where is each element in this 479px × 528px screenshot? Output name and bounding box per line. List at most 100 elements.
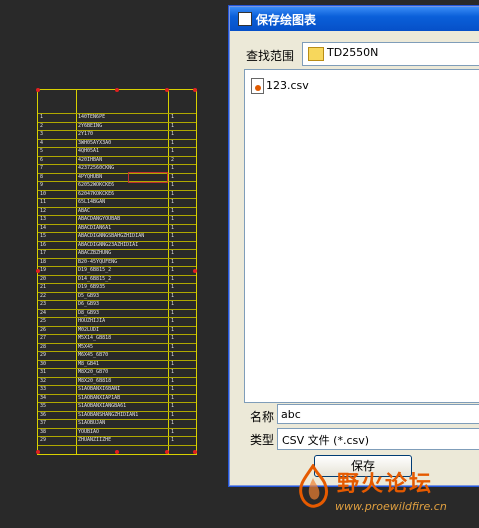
row-number: 33	[40, 386, 47, 392]
table-row[interactable]: 30 M8_GB41 1	[38, 360, 196, 369]
folder-icon	[308, 47, 324, 61]
part-name: M8X20_6B818	[78, 377, 112, 384]
table-row[interactable]: 5 4QH05A1 1	[38, 147, 196, 156]
table-row[interactable]: 1 140TEN6PE 1	[38, 113, 196, 122]
row-number: 15	[40, 233, 47, 239]
part-name: 140TEN6PE	[78, 114, 106, 120]
selection-grip-handle[interactable]	[36, 269, 40, 273]
table-row[interactable]: 29 ZHUANZIIZHE 1	[38, 436, 196, 445]
table-row[interactable]: 38 YOUBIAO 1	[38, 428, 196, 437]
table-row[interactable]: 31 M8X20_GB70 1	[38, 368, 196, 377]
table-row[interactable]: 3 2Y170 1	[38, 130, 196, 139]
part-quantity: 1	[171, 326, 175, 333]
table-row[interactable]: 16 ABACDIGNNG23AZHIDIAI 1	[38, 241, 196, 250]
selection-grip-handle[interactable]	[193, 450, 197, 454]
part-quantity: 1	[171, 394, 175, 401]
table-row[interactable]: 6 420IHBAN 2	[38, 156, 196, 165]
row-number: 16	[40, 241, 47, 248]
selection-grip-handle[interactable]	[193, 88, 197, 92]
part-quantity: 1	[171, 190, 175, 197]
selection-grip-handle[interactable]	[36, 88, 40, 92]
table-row[interactable]: 23 D6_GB93 1	[38, 300, 196, 309]
part-name: M6X45_6B70	[78, 352, 109, 358]
part-quantity: 2	[171, 156, 175, 163]
part-quantity: 1	[171, 352, 175, 358]
selection-grip-handle[interactable]	[115, 450, 119, 454]
table-row[interactable]: 28 M5X45 1	[38, 343, 196, 352]
part-quantity: 1	[171, 267, 175, 273]
part-quantity: 1	[171, 386, 175, 392]
part-quantity: 1	[171, 377, 175, 384]
part-name: ZHUANZIIZHE	[78, 437, 112, 443]
part-quantity: 1	[171, 369, 175, 375]
table-row[interactable]: 33 S1AOBANXI6BANI 1	[38, 385, 196, 394]
part-quantity: 1	[171, 292, 175, 299]
table-row[interactable]: 13 ABACDANGYOUBAB 1	[38, 215, 196, 224]
table-row[interactable]: 9 62052WOKCKE6 1	[38, 181, 196, 190]
dialog-titlebar[interactable]: 保存绘图表	[230, 7, 479, 31]
selection-grip-handle[interactable]	[115, 88, 119, 92]
row-number: 38	[40, 428, 47, 435]
table-row[interactable]: 26 M02LUDI 1	[38, 326, 196, 335]
part-name: ABACDIAN6A1	[78, 224, 112, 231]
table-row[interactable]: 36 S1AOBANSHANGZHIDIAN1 1	[38, 411, 196, 420]
table-row[interactable]: 35 S1AOBANXIANGBA61 1	[38, 402, 196, 411]
part-name: M02LUDI	[78, 326, 100, 333]
bom-table[interactable]: 1 140TEN6PE 1 2 2Y6BEING 1 3 2Y170 1 4 3WH05AYX3A0…	[36, 88, 197, 455]
table-row[interactable]: 19 D19_6B815_2 1	[38, 266, 196, 275]
part-quantity: 1	[171, 301, 175, 307]
row-number: 32	[40, 377, 47, 384]
table-row[interactable]: 15 ABACDIGNNGSBAHGZHIDIAN 1	[38, 232, 196, 241]
save-table-dialog: 保存绘图表 查找范围 TD2550N 123.csv 名称 类型 CSV 文件 …	[229, 6, 479, 486]
table-row[interactable]: 17 ABACZBZHUNG 1	[38, 249, 196, 258]
part-quantity: 1	[171, 318, 175, 324]
table-row[interactable]: 12 ABAC 1	[38, 207, 196, 216]
part-name: ABACDANGYOUBAB	[78, 216, 121, 222]
row-number: 23	[40, 301, 47, 307]
table-row[interactable]: 21 D19_6B935 1	[38, 283, 196, 292]
selection-grip-handle[interactable]	[36, 450, 40, 454]
row-number: 36	[40, 411, 47, 418]
table-row[interactable]: 2 2Y6BEING 1	[38, 122, 196, 131]
file-list[interactable]: 123.csv	[244, 69, 479, 403]
table-row[interactable]: 10 62047KOKCKE6 1	[38, 190, 196, 199]
part-quantity: 1	[171, 207, 175, 214]
part-name: M5X45	[78, 343, 94, 350]
part-name: D6_GB93	[78, 301, 100, 307]
table-row[interactable]: 37 S1AOBUJAN 1	[38, 419, 196, 428]
selection-grip-handle[interactable]	[165, 88, 169, 92]
table-row[interactable]: 24 D8_GB93 1	[38, 309, 196, 318]
file-type-label: 类型	[250, 433, 275, 447]
table-row[interactable]: 14 ABACDIAN6A1 1	[38, 224, 196, 233]
table-row[interactable]: 20 D14_6B815_2 1	[38, 275, 196, 284]
table-row[interactable]: 7 42372560CKNG 1	[38, 164, 196, 173]
row-number: 31	[40, 369, 47, 375]
table-row[interactable]: 8 4PYQHUBN 1	[38, 173, 196, 182]
table-row[interactable]: 32 M8X20_6B818 1	[38, 377, 196, 386]
table-row[interactable]: 4 3WH05AYX3A0 1	[38, 139, 196, 148]
lookin-value: TD2550N	[327, 46, 379, 59]
part-quantity: 1	[171, 182, 175, 188]
lookin-dropdown[interactable]: TD2550N	[302, 42, 479, 66]
file-type-select[interactable]: CSV 文件 (*.csv)	[277, 428, 479, 450]
row-number: 2	[40, 122, 44, 129]
table-row[interactable]: 25 HOUZHIJIA 1	[38, 317, 196, 326]
file-name-label: 名称	[250, 410, 275, 424]
part-name: S1AOBANSHANGZHIDIAN1	[78, 411, 139, 418]
table-row[interactable]: 18 B20-45YQUFENG 1	[38, 258, 196, 267]
selection-grip-handle[interactable]	[193, 269, 197, 273]
table-row[interactable]: 11 65L14BGAN 1	[38, 198, 196, 207]
part-name: S1AOBANXI6BANI	[78, 386, 121, 392]
part-name: S1AOBANXIANGBA61	[78, 403, 127, 409]
part-name: YOUBIAO	[78, 428, 100, 435]
selection-grip-handle[interactable]	[165, 450, 169, 454]
row-number: 27	[40, 335, 47, 341]
table-row[interactable]: 22 D5_GB93 1	[38, 292, 196, 301]
file-name-input[interactable]	[277, 404, 479, 424]
table-row[interactable]: 29 M6X45_6B70 1	[38, 351, 196, 360]
part-quantity: 1	[171, 148, 175, 154]
row-number: 11	[40, 199, 47, 205]
table-row[interactable]: 34 S1AOBANXIAP1AB 1	[38, 394, 196, 403]
table-row[interactable]: 27 M5X14_GB818 1	[38, 334, 196, 343]
part-quantity: 1	[171, 122, 175, 129]
